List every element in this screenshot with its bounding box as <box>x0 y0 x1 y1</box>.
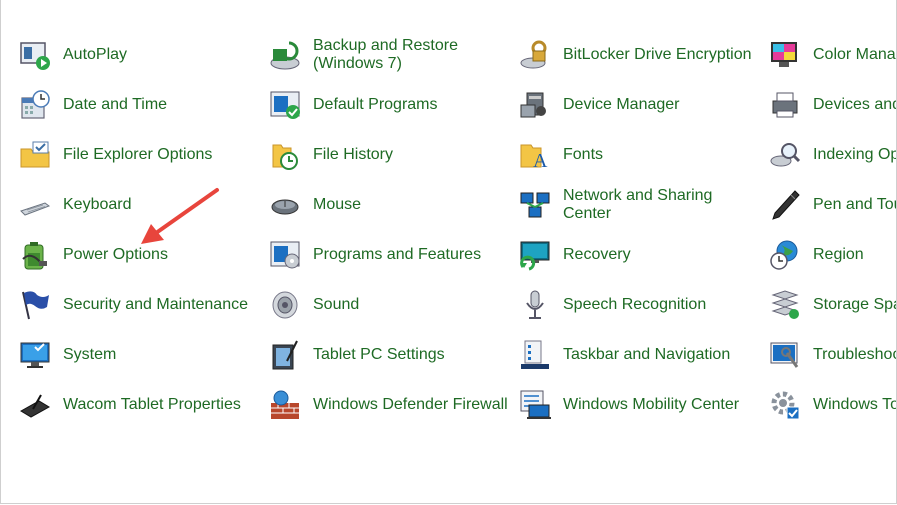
tablet-pc-icon <box>269 339 301 371</box>
item-windows-defender-firewall[interactable]: Windows Defender Firewall <box>269 380 519 430</box>
item-taskbar-and-navigation[interactable]: Taskbar and Navigation <box>519 330 769 380</box>
item-bitlocker[interactable]: BitLocker Drive Encryption <box>519 30 769 80</box>
windows-tools-icon <box>769 389 801 421</box>
item-date-and-time-label: Date and Time <box>63 96 168 113</box>
programs-features-icon <box>269 239 301 271</box>
item-wacom-tablet-properties-label: Wacom Tablet Properties <box>63 396 241 413</box>
region-icon <box>769 239 801 271</box>
pen-icon <box>769 189 801 221</box>
item-devices-and-printers[interactable]: Devices and <box>769 80 897 130</box>
keyboard-icon <box>19 189 51 221</box>
mobility-center-icon <box>519 389 551 421</box>
troubleshooting-icon <box>769 339 801 371</box>
item-color-management[interactable]: Color Manag <box>769 30 897 80</box>
item-programs-and-features[interactable]: Programs and Features <box>269 230 519 280</box>
item-devices-and-printers-label: Devices and <box>813 96 897 113</box>
backup-icon <box>269 39 301 71</box>
item-date-and-time[interactable]: Date and Time <box>19 80 269 130</box>
item-fonts[interactable]: A Fonts <box>519 130 769 180</box>
item-network-and-sharing[interactable]: Network and Sharing Center <box>519 180 769 230</box>
network-icon <box>519 189 551 221</box>
microphone-icon <box>519 289 551 321</box>
fonts-icon: A <box>519 139 551 171</box>
item-sound-label: Sound <box>313 296 360 313</box>
recovery-icon <box>519 239 551 271</box>
taskbar-icon <box>519 339 551 371</box>
item-storage-spaces-label: Storage Spa <box>813 296 897 313</box>
bitlocker-icon <box>519 39 551 71</box>
item-autoplay-label: AutoPlay <box>63 46 128 63</box>
item-device-manager[interactable]: Device Manager <box>519 80 769 130</box>
item-pen-and-touch-label: Pen and Tou <box>813 196 897 213</box>
date-time-icon <box>19 89 51 121</box>
item-tablet-pc-settings-label: Tablet PC Settings <box>313 346 445 363</box>
device-manager-icon <box>519 89 551 121</box>
wacom-tablet-icon <box>19 389 51 421</box>
item-pen-and-touch[interactable]: Pen and Tou <box>769 180 897 230</box>
item-troubleshooting-label: Troubleshoo <box>813 346 897 363</box>
mouse-icon <box>269 189 301 221</box>
item-file-explorer-options[interactable]: File Explorer Options <box>19 130 269 180</box>
item-programs-and-features-label: Programs and Features <box>313 246 482 263</box>
item-power-options-label: Power Options <box>63 246 168 263</box>
item-indexing-options[interactable]: Indexing Opt <box>769 130 897 180</box>
default-programs-icon <box>269 89 301 121</box>
item-file-explorer-options-label: File Explorer Options <box>63 146 213 163</box>
indexing-icon <box>769 139 801 171</box>
item-color-management-label: Color Manag <box>813 46 897 63</box>
power-options-icon <box>19 239 51 271</box>
speaker-icon <box>269 289 301 321</box>
item-windows-mobility-center[interactable]: Windows Mobility Center <box>519 380 769 430</box>
item-mouse[interactable]: Mouse <box>269 180 519 230</box>
item-mouse-label: Mouse <box>313 196 362 213</box>
item-sound[interactable]: Sound <box>269 280 519 330</box>
item-recovery-label: Recovery <box>563 246 631 263</box>
item-bitlocker-label: BitLocker Drive Encryption <box>563 46 752 63</box>
color-management-icon <box>769 39 801 71</box>
item-backup-and-restore-label: Backup and Restore (Windows 7) <box>313 37 458 72</box>
item-file-history-label: File History <box>313 146 394 163</box>
item-backup-and-restore[interactable]: Backup and Restore (Windows 7) <box>269 30 519 80</box>
file-history-icon <box>269 139 301 171</box>
svg-text:A: A <box>533 150 548 171</box>
item-device-manager-label: Device Manager <box>563 96 680 113</box>
item-keyboard-label: Keyboard <box>63 196 132 213</box>
firewall-icon <box>269 389 301 421</box>
control-panel-items-grid: AutoPlay Date and Time File Explorer Opt… <box>19 30 897 430</box>
item-security-and-maintenance[interactable]: Security and Maintenance <box>19 280 269 330</box>
item-troubleshooting[interactable]: Troubleshoo <box>769 330 897 380</box>
item-recovery[interactable]: Recovery <box>519 230 769 280</box>
item-autoplay[interactable]: AutoPlay <box>19 30 269 80</box>
item-region[interactable]: Region <box>769 230 896 280</box>
devices-printers-icon <box>769 89 801 121</box>
item-windows-defender-firewall-label: Windows Defender Firewall <box>313 396 508 413</box>
item-keyboard[interactable]: Keyboard <box>19 180 269 230</box>
item-default-programs[interactable]: Default Programs <box>269 80 519 130</box>
item-windows-mobility-center-label: Windows Mobility Center <box>563 396 740 413</box>
item-tablet-pc-settings[interactable]: Tablet PC Settings <box>269 330 519 380</box>
item-default-programs-label: Default Programs <box>313 96 438 113</box>
storage-spaces-icon <box>769 289 801 321</box>
item-wacom-tablet-properties[interactable]: Wacom Tablet Properties <box>19 380 269 430</box>
item-storage-spaces[interactable]: Storage Spa <box>769 280 897 330</box>
item-fonts-label: Fonts <box>563 146 604 163</box>
item-windows-tools-label: Windows To <box>813 396 897 413</box>
control-panel-window: AutoPlay Date and Time File Explorer Opt… <box>0 0 897 504</box>
item-security-and-maintenance-label: Security and Maintenance <box>63 296 248 313</box>
item-taskbar-and-navigation-label: Taskbar and Navigation <box>563 346 731 363</box>
item-speech-recognition-label: Speech Recognition <box>563 296 707 313</box>
folder-options-icon <box>19 139 51 171</box>
system-icon <box>19 339 51 371</box>
item-power-options[interactable]: Power Options <box>19 230 269 280</box>
item-windows-tools[interactable]: Windows To <box>769 380 897 430</box>
item-indexing-options-label: Indexing Opt <box>813 146 897 163</box>
item-region-label: Region <box>813 246 864 263</box>
item-file-history[interactable]: File History <box>269 130 519 180</box>
autoplay-icon <box>19 39 51 71</box>
item-system-label: System <box>63 346 117 363</box>
item-speech-recognition[interactable]: Speech Recognition <box>519 280 769 330</box>
item-system[interactable]: System <box>19 330 269 380</box>
item-network-and-sharing-label: Network and Sharing Center <box>563 187 713 222</box>
flag-icon <box>19 289 51 321</box>
